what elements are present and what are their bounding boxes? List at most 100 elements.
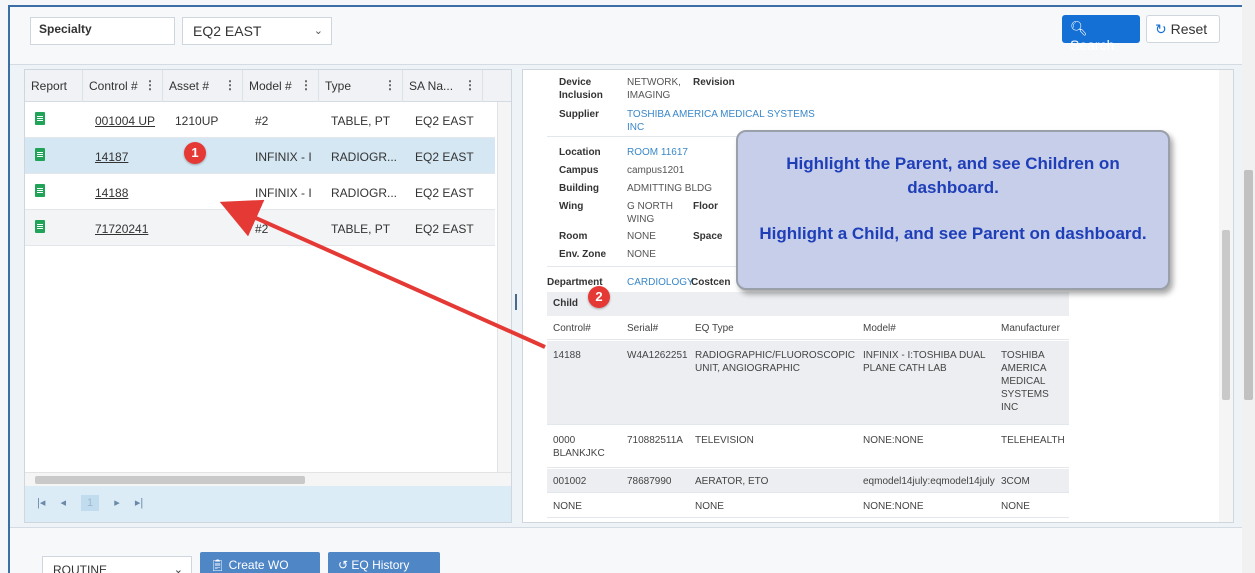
column-header-label: SA Na...: [409, 79, 454, 93]
table-row[interactable]: 14188 INFINIX - I RADIOGR... EQ2 EAST: [25, 174, 495, 210]
column-menu-icon[interactable]: ⋮: [464, 78, 476, 92]
column-header-model[interactable]: Model # ⋮: [243, 70, 319, 102]
child-table-header: Control# Serial# EQ Type Model# Manufact…: [547, 316, 1069, 340]
next-page-icon[interactable]: ▸: [114, 497, 120, 509]
priority-select-value: ROUTINE: [53, 563, 107, 573]
building-value: ADMITTING BLDG: [627, 183, 713, 194]
costcen-label: Costcen: [691, 277, 731, 288]
search-button[interactable]: 🔍︎ Search: [1062, 15, 1140, 53]
type-cell: RADIOGR...: [331, 150, 398, 164]
device-inclusion-value: NETWORK, IMAGING: [627, 77, 681, 101]
clipboard-icon: 📋︎: [210, 558, 226, 572]
column-menu-icon[interactable]: ⋮: [144, 78, 156, 92]
column-menu-icon[interactable]: ⋮: [224, 78, 236, 92]
room-label: Room: [559, 231, 588, 242]
child-col-header: Control#: [553, 323, 591, 334]
location-label: Location: [559, 147, 601, 158]
column-header-report[interactable]: Report: [25, 70, 83, 102]
eq-history-button[interactable]: ↺ EQ History: [328, 552, 440, 573]
asset-cell: 1210UP: [175, 114, 219, 128]
report-doc-icon[interactable]: [35, 184, 45, 197]
control-link[interactable]: 14188: [89, 174, 134, 210]
child-serial: 710882511A: [627, 435, 683, 446]
campus-value: campus1201: [627, 165, 685, 176]
child-control: 14188: [553, 350, 581, 361]
pager: |◂ ◂ 1 ▸ ▸|: [25, 486, 511, 522]
equipment-grid: Report Control # ⋮ Asset # ⋮ Model # ⋮ Type…: [24, 69, 512, 523]
column-menu-icon[interactable]: ⋮: [300, 78, 312, 92]
table-row[interactable]: 001004 UP 1210UP #2 TABLE, PT EQ2 EAST: [25, 102, 495, 138]
asset-cell: [169, 138, 181, 174]
child-row[interactable]: 0000 BLANKJKC 710882511A TELEVISION NONE…: [547, 426, 1069, 468]
child-row[interactable]: 14188 W4A1262251 RADIOGRAPHIC/FLUOROSCOP…: [547, 341, 1069, 425]
child-label: Child: [553, 298, 578, 309]
column-header-label: Asset #: [169, 79, 210, 93]
child-eq-type: TELEVISION: [695, 435, 754, 446]
control-link[interactable]: 14187: [89, 138, 134, 174]
department-link[interactable]: CARDIOLOGY: [627, 276, 694, 289]
control-link[interactable]: 001004 UP: [89, 102, 161, 138]
splitter-handle[interactable]: [515, 294, 517, 310]
column-header-type[interactable]: Type ⋮: [319, 70, 403, 102]
priority-select[interactable]: ROUTINE ⌄: [42, 556, 192, 573]
last-page-icon[interactable]: ▸|: [135, 497, 143, 509]
wing-label: Wing: [559, 201, 584, 212]
child-manufacturer: 3COM: [1001, 476, 1030, 487]
report-doc-icon[interactable]: [35, 220, 45, 233]
model-cell: #2: [255, 114, 269, 128]
child-eq-type: AERATOR, ETO: [695, 476, 769, 487]
child-control: 0000 BLANKJKC: [553, 435, 605, 459]
wing-value: G NORTH WING: [627, 201, 673, 225]
column-menu-icon[interactable]: ⋮: [384, 78, 396, 92]
child-model: INFINIX - I:TOSHIBA DUAL PLANE CATH LAB: [863, 350, 986, 374]
supplier-label: Supplier: [559, 109, 600, 120]
detail-vertical-scrollbar[interactable]: [1219, 70, 1233, 522]
child-control: 001002: [553, 476, 587, 487]
child-manufacturer: NONE: [1001, 501, 1030, 512]
grid-horizontal-scrollbar[interactable]: [25, 472, 511, 486]
scroll-thumb[interactable]: [1222, 230, 1230, 400]
scroll-thumb[interactable]: [35, 476, 305, 484]
location-link[interactable]: ROOM 11617: [627, 146, 688, 159]
type-cell: TABLE, PT: [331, 222, 391, 236]
column-header-asset[interactable]: Asset # ⋮: [163, 70, 243, 102]
panel-splitter[interactable]: [512, 69, 520, 523]
child-control: NONE: [553, 501, 582, 512]
specialty-field[interactable]: Specialty: [30, 17, 175, 45]
search-icon: 🔍︎: [1070, 20, 1088, 36]
column-header-label: Control #: [89, 79, 138, 93]
prev-page-icon[interactable]: ◂: [60, 497, 66, 509]
column-header-sa-name[interactable]: SA Na... ⋮: [403, 70, 483, 102]
asset-cell: [169, 210, 181, 246]
column-header-label: Type: [325, 79, 352, 93]
env-zone-label: Env. Zone: [559, 249, 607, 260]
control-link[interactable]: 71720241: [89, 210, 154, 246]
child-row[interactable]: NONE NONE NONE:NONE NONE: [547, 494, 1069, 518]
grid-vertical-scrollbar[interactable]: [497, 102, 511, 472]
child-section-header: Child: [547, 292, 1069, 316]
page-vertical-scrollbar[interactable]: [1242, 0, 1255, 573]
scroll-thumb[interactable]: [1244, 170, 1253, 400]
child-col-header: Manufacturer: [1001, 323, 1060, 334]
table-row[interactable]: 71720241 #2 TABLE, PT EQ2 EAST: [25, 210, 495, 246]
region-select[interactable]: EQ2 EAST ⌄: [182, 17, 332, 45]
child-model: NONE:NONE: [863, 435, 924, 446]
report-doc-icon[interactable]: [35, 148, 45, 161]
app-frame: Specialty EQ2 EAST ⌄ 🔍︎ Search ↻ Reset R…: [8, 5, 1242, 573]
first-page-icon[interactable]: |◂: [37, 497, 45, 509]
reset-icon: ↻: [1155, 21, 1167, 37]
child-col-header: EQ Type: [695, 323, 734, 334]
grid-header: Report Control # ⋮ Asset # ⋮ Model # ⋮ Type…: [25, 70, 511, 102]
create-wo-button[interactable]: 📋︎ Create WO: [200, 552, 320, 573]
report-doc-icon[interactable]: [35, 112, 45, 125]
column-header-control[interactable]: Control # ⋮: [83, 70, 163, 102]
type-cell: RADIOGR...: [331, 186, 398, 200]
child-serial: W4A1262251: [627, 350, 688, 361]
type-cell: TABLE, PT: [331, 114, 391, 128]
reset-button[interactable]: ↻ Reset: [1146, 15, 1220, 43]
history-icon: ↺: [338, 558, 349, 572]
child-row[interactable]: 001002 78687990 AERATOR, ETO eqmodel14ju…: [547, 469, 1069, 493]
table-row[interactable]: 14187 INFINIX - I RADIOGR... EQ2 EAST: [25, 138, 495, 174]
page-number[interactable]: 1: [81, 495, 100, 511]
callout-line-1: Highlight the Parent, and see Children o…: [786, 154, 1120, 197]
